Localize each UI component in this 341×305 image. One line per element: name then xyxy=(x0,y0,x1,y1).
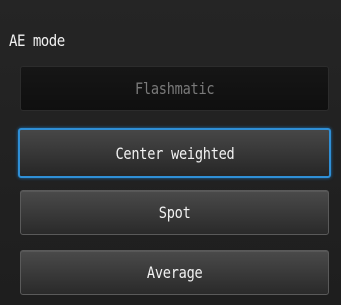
dialog-title: AE mode xyxy=(9,31,65,50)
option-label: Flashmatic xyxy=(134,79,215,98)
option-label: Center weighted xyxy=(115,143,234,163)
option-label: Average xyxy=(146,263,203,282)
ae-mode-panel: AE mode Flashmatic Center weighted Spot … xyxy=(0,0,341,305)
option-flashmatic: Flashmatic xyxy=(20,66,329,111)
option-average[interactable]: Average xyxy=(20,250,329,295)
option-center-weighted[interactable]: Center weighted xyxy=(18,128,331,178)
option-spot[interactable]: Spot xyxy=(20,190,329,235)
option-label: Spot xyxy=(158,203,191,222)
